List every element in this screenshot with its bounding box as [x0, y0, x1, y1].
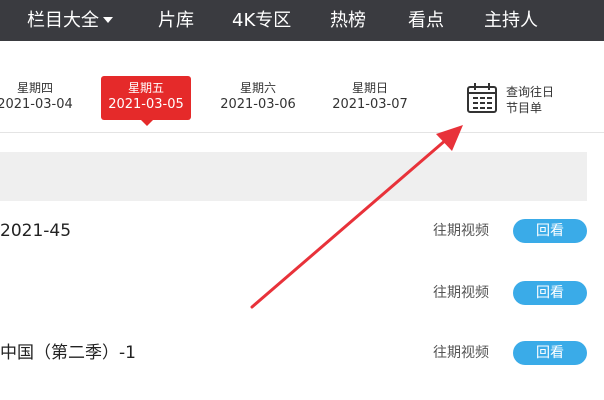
- date-label: 2021-03-04: [0, 97, 73, 112]
- nav-item-all-columns[interactable]: 栏目大全: [27, 0, 113, 41]
- calendar-icon: [467, 83, 497, 113]
- history-label-line2: 节目单: [506, 101, 543, 115]
- weekday-label: 星期五: [127, 81, 164, 95]
- replay-button[interactable]: 回看: [513, 219, 587, 243]
- program-type: 往期视频: [433, 345, 489, 361]
- date-label: 2021-03-06: [220, 97, 296, 112]
- nav-item-4k[interactable]: 4K专区: [232, 0, 291, 41]
- nav-item-library[interactable]: 片库: [158, 0, 194, 41]
- program-row: 中国（第二季）-1 往期视频 回看: [0, 338, 604, 378]
- date-label: 2021-03-05: [108, 97, 184, 112]
- nav-item-label: 栏目大全: [27, 10, 99, 31]
- weekday-label: 星期日: [351, 81, 388, 95]
- program-title[interactable]: 2021-45: [0, 216, 71, 246]
- program-title[interactable]: 中国（第二季）-1: [0, 338, 136, 368]
- history-label-line1: 查询往日: [506, 85, 555, 99]
- caret-down-icon: [103, 16, 113, 23]
- program-row: 2021-45 往期视频 回看: [0, 216, 604, 256]
- history-schedule-link[interactable]: 查询往日 节目单: [466, 82, 596, 122]
- date-tab-thursday[interactable]: 星期四 2021-03-04: [0, 76, 80, 120]
- program-type: 往期视频: [433, 285, 489, 301]
- top-nav: 栏目大全 片库 4K专区 热榜 看点 主持人: [0, 0, 604, 41]
- history-label: 查询往日 节目单: [506, 84, 554, 116]
- schedule-header-band: [0, 152, 587, 201]
- nav-item-hot[interactable]: 热榜: [330, 0, 366, 41]
- replay-button[interactable]: 回看: [513, 281, 587, 305]
- divider: [0, 132, 604, 133]
- date-tab-friday[interactable]: 星期五 2021-03-05: [101, 76, 191, 126]
- date-label: 2021-03-07: [332, 97, 408, 112]
- nav-item-highlights[interactable]: 看点: [408, 0, 444, 41]
- program-row: 往期视频 回看: [0, 278, 604, 318]
- weekday-label: 星期六: [239, 81, 276, 95]
- program-type: 往期视频: [433, 223, 489, 239]
- nav-item-hosts[interactable]: 主持人: [484, 0, 538, 41]
- replay-button[interactable]: 回看: [513, 341, 587, 365]
- date-tab-sunday[interactable]: 星期日 2021-03-07: [325, 76, 415, 120]
- date-tab-saturday[interactable]: 星期六 2021-03-06: [213, 76, 303, 120]
- weekday-label: 星期四: [16, 81, 53, 95]
